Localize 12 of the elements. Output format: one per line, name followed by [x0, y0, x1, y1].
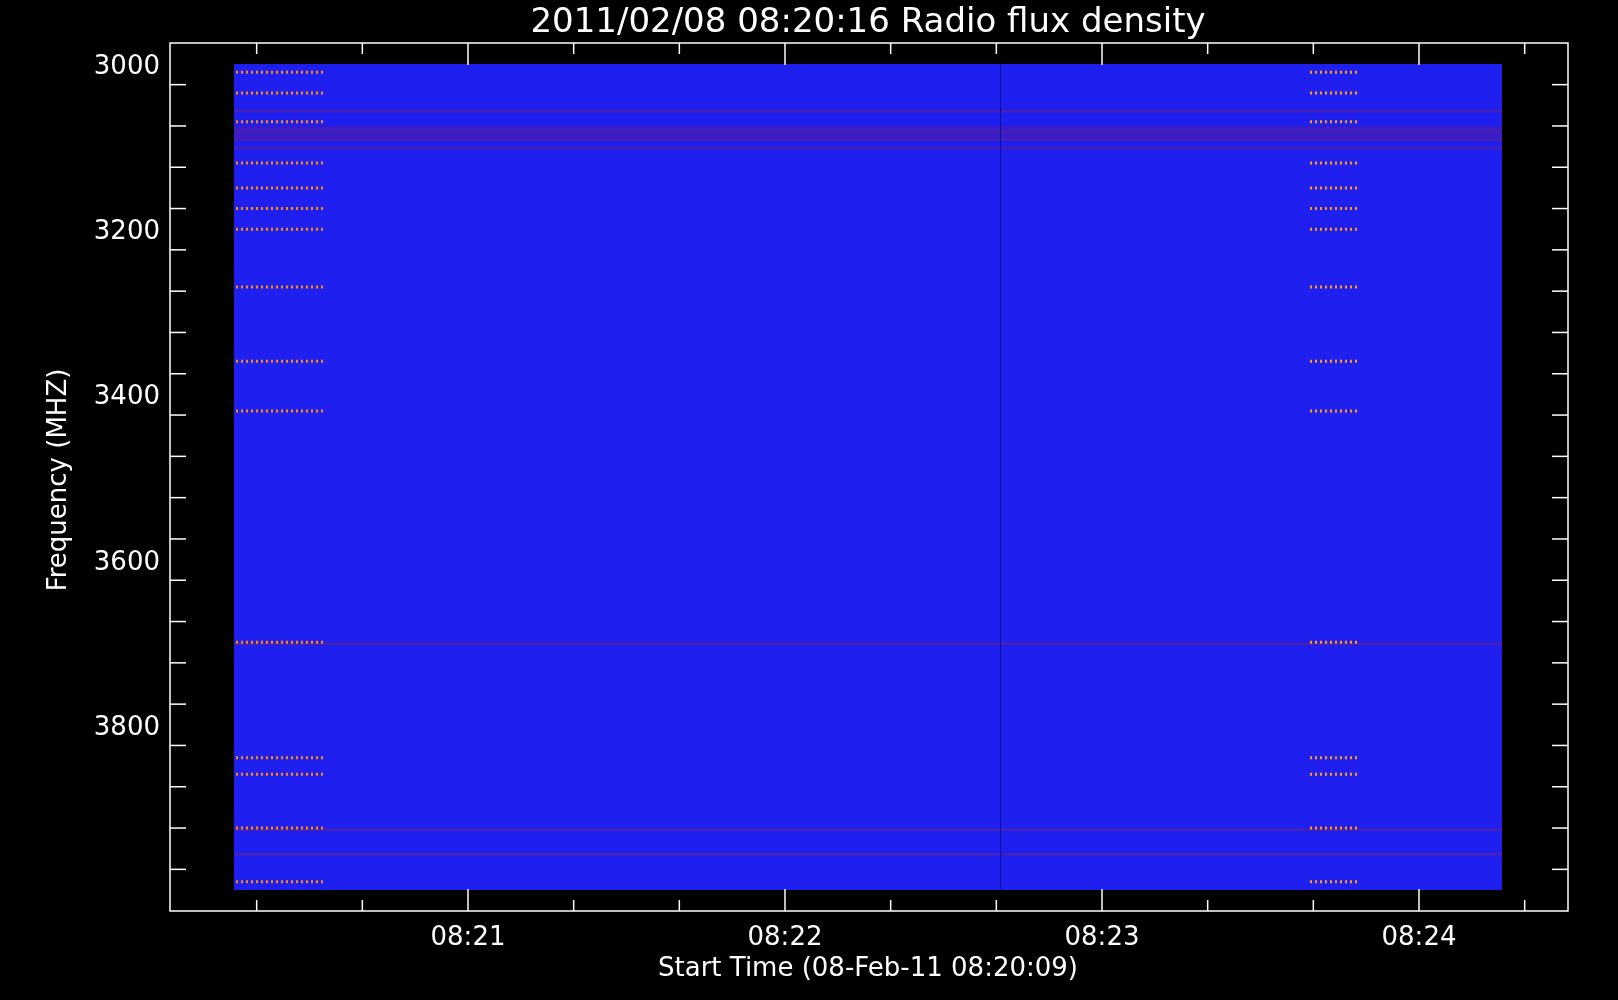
chart-title: 2011/02/08 08:20:16 Radio flux density — [530, 0, 1206, 40]
x-tick-label: 08:21 — [430, 921, 506, 951]
y-tick-label: 3200 — [93, 215, 160, 246]
x-tick-label: 08:23 — [1064, 921, 1140, 951]
x-tick-label: 08:24 — [1381, 921, 1457, 951]
x-tick-label: 08:22 — [747, 921, 823, 951]
y-tick-label: 3600 — [93, 545, 160, 576]
y-axis-label: Frequency (MHZ) — [42, 368, 72, 592]
y-tick-label: 3800 — [93, 710, 160, 741]
x-axis-label: Start Time (08-Feb-11 08:20:09) — [658, 952, 1078, 982]
y-tick-label: 3400 — [93, 380, 160, 411]
y-tick-label: 3000 — [93, 50, 160, 80]
